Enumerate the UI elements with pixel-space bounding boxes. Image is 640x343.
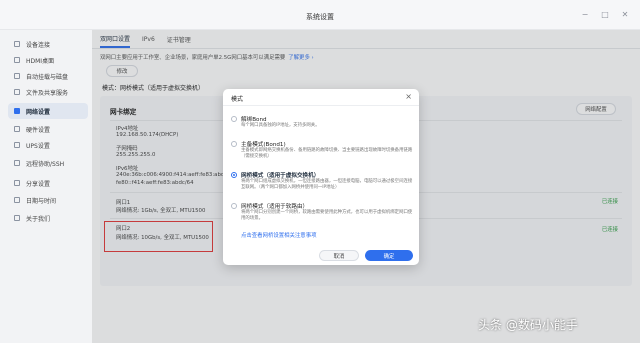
option-description: 每个网口具备独的IP地址，支持多网关。 <box>241 123 320 128</box>
sidebar-item-ups[interactable]: UPS设置 <box>8 137 88 153</box>
network-icon <box>14 108 20 114</box>
radio-button[interactable] <box>231 141 237 147</box>
sidebar-item-label: 设备连接 <box>26 41 51 49</box>
sidebar: 设备连接 HDMI桌面 自动挂载与磁盘 文件及共享服务 网络设置 硬件设置 UP… <box>0 30 92 343</box>
bridge-notes-link[interactable]: 点击查看网桥设置相关注意事项 <box>241 231 316 239</box>
sidebar-item-label: 硬件设置 <box>26 126 51 134</box>
sidebar-item-hardware[interactable]: 硬件设置 <box>8 121 88 137</box>
option-title: 网桥模式（适用于软路由） <box>241 204 309 210</box>
option-description: 主备模式即网络交换机备份、备用链路的故障切换、当主要链路出现故障时切换备用链路（… <box>241 148 413 159</box>
sidebar-item-about[interactable]: 关于我们 <box>8 210 88 226</box>
watermark: 头条 @数码小能手 <box>478 318 578 332</box>
sidebar-item-label: HDMI桌面 <box>26 57 55 65</box>
sidebar-item-label: 远程协助/SSH <box>26 160 65 168</box>
sidebar-item-disk[interactable]: 自动挂载与磁盘 <box>8 68 88 84</box>
remote-icon <box>14 160 20 166</box>
title-bar: 系统设置 − □ ✕ <box>0 0 640 30</box>
radio-button[interactable] <box>231 203 237 209</box>
restore-icon[interactable]: □ <box>600 10 610 20</box>
ups-icon <box>14 142 20 148</box>
sidebar-item-label: 文件及共享服务 <box>26 89 69 97</box>
sidebar-item-datetime[interactable]: 日期与时间 <box>8 192 88 208</box>
sidebar-item-network[interactable]: 网络设置 <box>8 103 88 119</box>
info-icon <box>14 215 20 221</box>
sidebar-item-label: UPS设置 <box>26 142 50 150</box>
disk-icon <box>14 73 20 79</box>
confirm-button[interactable]: 确定 <box>365 250 413 261</box>
sidebar-item-remote[interactable]: 远程协助/SSH <box>8 155 88 171</box>
cancel-button[interactable]: 取消 <box>319 250 359 261</box>
radio-button-selected[interactable] <box>231 172 237 178</box>
dialog-divider <box>223 105 419 106</box>
hdmi-icon <box>14 57 20 63</box>
dialog-title: 模式 <box>231 96 244 103</box>
close-icon[interactable]: ✕ <box>620 10 630 20</box>
hardware-icon <box>14 126 20 132</box>
sidebar-item-label: 日期与时间 <box>26 197 57 205</box>
device-link-icon <box>14 41 20 47</box>
sidebar-item-device[interactable]: 设备连接 <box>8 36 88 52</box>
window-controls: − □ ✕ <box>580 10 630 20</box>
option-description: 将两个网口组成虚拟交换机，一但连接路由器，一但连接电脑，电脑可以通过极空间连接互… <box>241 179 413 190</box>
sidebar-item-label: 网络设置 <box>26 108 51 116</box>
folder-share-icon <box>14 89 20 95</box>
sidebar-item-label: 自动挂载与磁盘 <box>26 73 69 81</box>
sidebar-item-label: 关于我们 <box>26 215 51 223</box>
mode-dialog: 模式 × 解绑Bond 每个网口具备独的IP地址，支持多网关。 主备模式(Bon… <box>223 89 419 265</box>
minimize-icon[interactable]: − <box>580 10 590 20</box>
option-title: 主备模式(Bond1) <box>241 142 286 148</box>
sidebar-item-share[interactable]: 分享设置 <box>8 175 88 191</box>
option-title: 解绑Bond <box>241 117 267 123</box>
clock-icon <box>14 197 20 203</box>
sidebar-item-label: 分享设置 <box>26 180 51 188</box>
sidebar-item-file-share[interactable]: 文件及共享服务 <box>8 84 88 100</box>
window-title: 系统设置 <box>306 13 334 21</box>
share-icon <box>14 180 20 186</box>
sidebar-item-hdmi[interactable]: HDMI桌面 <box>8 52 88 68</box>
radio-button[interactable] <box>231 116 237 122</box>
option-description: 将两个网口分别创建一个网桥，软路由需要使用此种方式，也可以用于虚拟机绑定网口使用… <box>241 210 413 221</box>
option-title: 网桥模式（适用于虚拟交换机） <box>241 173 320 179</box>
close-icon[interactable]: × <box>405 92 412 101</box>
